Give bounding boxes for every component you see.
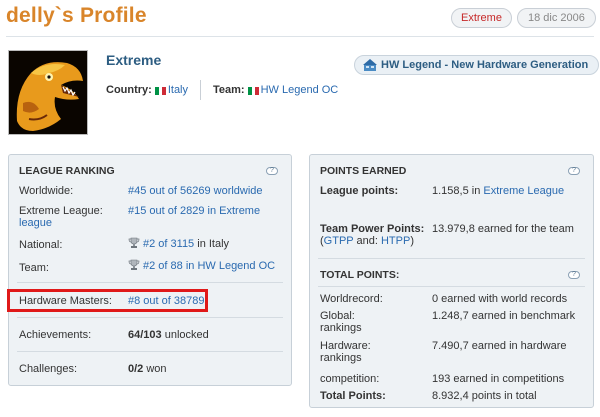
divider <box>318 258 585 259</box>
italy-flag-icon <box>154 86 166 95</box>
achievements-label: Achievements: <box>19 329 92 341</box>
extreme-league-label-line1: Extreme League: <box>19 205 103 217</box>
challenges-suffix: won <box>146 363 167 375</box>
team-link[interactable]: HW Legend OC <box>261 84 339 96</box>
achievements-suffix: unlocked <box>164 329 209 341</box>
country-link[interactable]: Italy <box>168 84 188 96</box>
trophy-icon <box>128 259 140 270</box>
points-earned-panel: POINTS EARNED ? League points: 1.158,5 i… <box>309 154 594 408</box>
username: Extreme <box>106 52 162 68</box>
national-rank-link[interactable]: #2 of 3115 <box>143 238 194 250</box>
italy-flag-icon <box>247 86 259 95</box>
team-rank-link[interactable]: #2 of 88 in HW Legend OC <box>143 260 275 272</box>
team-home-icon <box>363 59 377 71</box>
avatar <box>8 50 88 135</box>
team-rank-value: #2 of 88 in HW Legend OC <box>128 259 275 272</box>
achievements-count: 64/103 <box>128 329 162 341</box>
national-label: National: <box>19 239 63 251</box>
global-label-line2: rankings <box>320 322 362 334</box>
league-ranking-panel: LEAGUE RANKING ? Worldwide: #45 out of 5… <box>8 154 292 386</box>
hardware-value: 7.490,7 earned in hardware <box>432 340 567 352</box>
help-icon[interactable]: ? <box>568 271 580 279</box>
date-badge: 18 dic 2006 <box>517 8 596 28</box>
help-icon[interactable]: ? <box>568 167 580 175</box>
total-points-label: Total Points: <box>320 390 386 402</box>
profile-meta: Country: Italy Team: HW Legend OC <box>106 80 338 100</box>
gtpp-link[interactable]: GTPP <box>324 235 354 247</box>
help-icon[interactable]: ? <box>266 167 278 175</box>
total-points-value: 8.932,4 points in total <box>432 390 537 402</box>
competition-label: competition: <box>320 373 380 385</box>
tpp-value: 13.979,8 earned for the team <box>432 223 574 235</box>
hardware-label: Hardware: rankings <box>320 340 371 364</box>
extreme-league-link[interactable]: #15 out of 2829 in Extreme <box>128 205 260 217</box>
divider <box>17 351 283 352</box>
extreme-league-label-line2: league <box>19 217 53 229</box>
tpp-label-line1: Team Power Points: <box>320 223 425 235</box>
league-ranking-heading: LEAGUE RANKING <box>19 165 115 177</box>
worldwide-link[interactable]: #45 out of 56269 worldwide <box>128 185 263 197</box>
team-rank-suffix: in HW Legend OC <box>185 260 276 272</box>
global-value: 1.248,7 earned in benchmark <box>432 310 576 322</box>
divider <box>318 286 585 287</box>
achievements-value: 64/103 unlocked <box>128 329 209 341</box>
team-pill-label: HW Legend - New Hardware Generation <box>381 59 589 71</box>
league-points-value: 1.158,5 in Extreme League <box>432 185 564 197</box>
worldrecord-value: 0 earned with world records <box>432 293 568 305</box>
hardware-label-line1: Hardware: <box>320 340 371 352</box>
challenges-value: 0/2 won <box>128 363 167 375</box>
points-earned-heading: POINTS EARNED <box>320 165 407 177</box>
league-points-label: League points: <box>320 185 399 197</box>
global-label: Global: rankings <box>320 310 362 334</box>
extreme-league-link[interactable]: Extreme League <box>483 185 564 197</box>
team-power-points-label: Team Power Points: (GTPP and: HTPP) <box>320 223 424 247</box>
national-value: #2 of 3115 in Italy <box>128 237 229 250</box>
global-label-line1: Global: <box>320 310 355 322</box>
national-suffix: in Italy <box>197 238 230 250</box>
worldwide-label: Worldwide: <box>19 185 74 197</box>
htpp-link[interactable]: HTPP <box>381 235 410 247</box>
hardware-label-line2: rankings <box>320 352 362 364</box>
challenges-label: Challenges: <box>19 363 78 375</box>
country-label: Country: <box>106 84 152 96</box>
divider <box>17 317 283 318</box>
worldrecord-label: Worldrecord: <box>320 293 383 305</box>
page-title: delly`s Profile <box>6 4 147 27</box>
trophy-icon <box>128 237 140 248</box>
total-points-heading: TOTAL POINTS: <box>320 269 400 281</box>
meta-separator <box>200 80 202 100</box>
divider <box>17 282 283 283</box>
hardware-masters-highlight <box>7 289 208 312</box>
challenges-count: 0/2 <box>128 363 144 375</box>
level-badge[interactable]: Extreme <box>451 8 512 28</box>
tpp-close: ) <box>410 235 414 247</box>
dinosaur-avatar-icon <box>9 51 87 134</box>
team-rank-number: #2 of 88 <box>143 260 183 272</box>
tpp-and: and: <box>353 235 381 247</box>
team-label: Team: <box>213 84 245 96</box>
team-pill-button[interactable]: HW Legend - New Hardware Generation <box>354 55 600 75</box>
tpp-label-line2: (GTPP and: HTPP) <box>320 235 424 247</box>
extreme-league-label: Extreme League: league <box>19 205 103 229</box>
header-divider <box>6 36 594 37</box>
competition-value: 193 earned in competitions <box>432 373 565 385</box>
team-rank-label: Team: <box>19 262 49 274</box>
league-points-number: 1.158,5 in <box>432 185 481 197</box>
